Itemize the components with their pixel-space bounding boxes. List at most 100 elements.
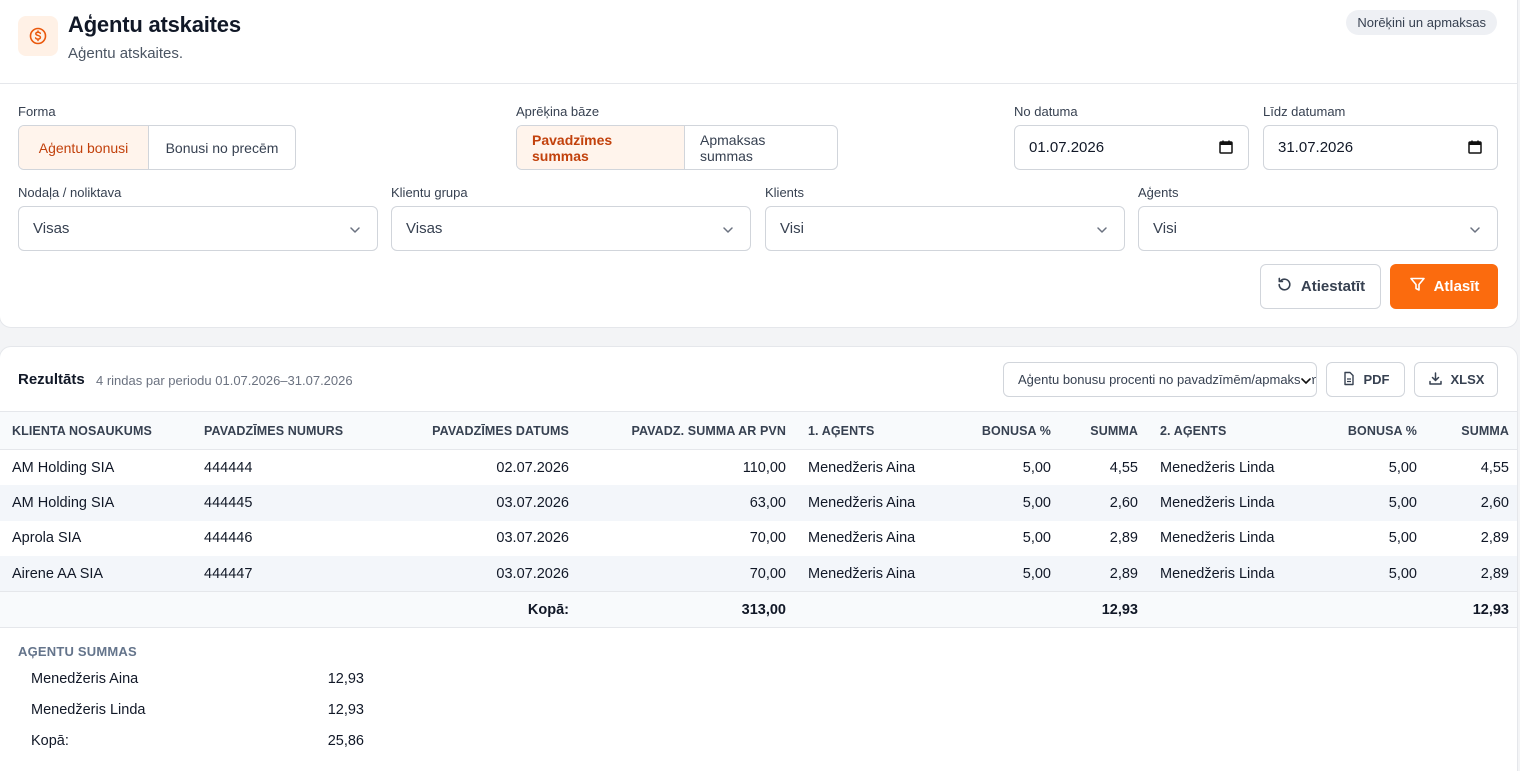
report-type-select[interactable]: Aģentu bonusu procenti no pavadzīmēm/apm… [1003, 362, 1317, 397]
agent-sum-total-label: Kopā: [31, 733, 69, 749]
cell-sum-1: 2,89 [1061, 556, 1148, 592]
cell-invoice-number: 444447 [192, 556, 384, 592]
cell-bonus-pct-1: 5,00 [1022, 530, 1051, 547]
col-header-sum-1[interactable]: Summa [1061, 411, 1148, 450]
cell-invoice-date: 03.07.2026 [496, 530, 569, 547]
table-row[interactable]: AM Holding SIA 444445 03.07.2026 63,00 M… [0, 485, 1517, 521]
download-icon [1428, 371, 1443, 389]
cell-client: Airene AA SIA [0, 556, 192, 592]
table-total-row: Kopā: 313,00 12,93 12,93 [0, 591, 1517, 628]
apply-button-label: Atlasīt [1433, 278, 1480, 295]
col-header-agent-1[interactable]: 1. aģents [796, 411, 956, 450]
results-card: Rezultāts 4 rindas par periodu 01.07.202… [0, 346, 1518, 771]
forma-segmented: Aģentu bonusi Bonusi no precēm [18, 125, 296, 170]
cell-invoice-number: 444446 [204, 530, 253, 547]
client-group-select[interactable]: Visas [391, 206, 751, 251]
base-option-invoice-sums[interactable]: Pavadzīmes summas [517, 126, 684, 169]
col-header-bonus-pct-2[interactable]: Bonusa % [1321, 411, 1427, 450]
col-header-bonus-pct-1[interactable]: Bonusa % [956, 411, 1061, 450]
col-header-invoice-sum[interactable]: Pavadz. summa ar PVN [579, 411, 796, 450]
client-group-label: Klientu grupa [391, 185, 468, 200]
date-from-value: 01.07.2026 [1029, 139, 1105, 156]
table-row[interactable]: Aprola SIA 444446 03.07.2026 70,00 Mened… [0, 521, 1517, 557]
chevron-down-icon [1096, 223, 1108, 240]
agent-sum-name: Menedžeris Aina [31, 671, 139, 687]
cell-sum-2: 2,89 [1427, 556, 1517, 592]
base-segmented: Pavadzīmes summas Apmaksas summas [516, 125, 838, 170]
filter-icon [1409, 276, 1426, 297]
base-label: Aprēķina bāze [516, 104, 600, 119]
cell-invoice-date: 03.07.2026 [384, 556, 579, 592]
base-option-payment-sums[interactable]: Apmaksas summas [684, 126, 837, 169]
agent-label: Aģents [1138, 185, 1179, 200]
cell-sum-2: 4,55 [1480, 459, 1509, 476]
cell-sum-2: 2,60 [1427, 485, 1517, 521]
page-title: Aģentu atskaites [68, 12, 241, 37]
export-pdf-button[interactable]: PDF [1326, 362, 1405, 397]
col-header-invoice-date[interactable]: Pavadzīmes datums [384, 411, 579, 450]
calendar-icon[interactable] [1467, 139, 1483, 159]
client-group-value: Visas [406, 220, 443, 237]
cell-agent-1: Menedžeris Aina [808, 459, 916, 476]
table-row[interactable]: Airene AA SIA 444447 03.07.2026 70,00 Me… [0, 556, 1517, 592]
reset-button-label: Atiestatīt [1300, 278, 1366, 295]
cell-agent-2: Menedžeris Linda [1148, 485, 1321, 521]
cell-invoice-number: 444444 [204, 459, 253, 476]
cell-invoice-date: 03.07.2026 [384, 485, 579, 521]
chevron-down-icon [349, 223, 361, 240]
table-row[interactable]: AM Holding SIA 444444 02.07.2026 110,00 … [0, 450, 1517, 486]
cell-invoice-sum: 63,00 [579, 485, 796, 521]
department-select[interactable]: Visas [18, 206, 378, 251]
agent-sum-row: Menedžeris Aina 12,93 [31, 671, 364, 687]
cell-bonus-pct-2: 5,00 [1388, 459, 1417, 476]
reset-button[interactable]: Atiestatīt [1260, 264, 1381, 309]
cell-bonus-pct-1: 5,00 [956, 556, 1061, 592]
chevron-down-icon [1300, 375, 1312, 390]
total-sum-2: 12,93 [1427, 591, 1517, 628]
cell-bonus-pct-2: 5,00 [1321, 556, 1427, 592]
col-header-sum-2[interactable]: Summa [1427, 411, 1517, 450]
document-icon [1342, 371, 1356, 389]
pdf-label: PDF [1363, 372, 1390, 387]
chevron-down-icon [722, 223, 734, 240]
department-label: Nodaļa / noliktava [18, 185, 122, 200]
agent-sum-total-row: Kopā: 25,86 [31, 733, 364, 749]
client-select[interactable]: Visi [765, 206, 1125, 251]
export-xlsx-button[interactable]: XLSX [1414, 362, 1498, 397]
client-label: Klients [765, 185, 805, 200]
cell-invoice-number: 444445 [192, 485, 384, 521]
table-header-row: Klienta nosaukums Pavadzīmes numurs Pava… [0, 411, 1517, 450]
date-from-input[interactable]: 01.07.2026 [1014, 125, 1249, 170]
apply-filter-button[interactable]: Atlasīt [1390, 264, 1498, 309]
cell-client: AM Holding SIA [12, 459, 115, 476]
cell-sum-1: 4,55 [1109, 459, 1138, 476]
results-title: Rezultāts [18, 371, 85, 388]
date-to-input[interactable]: 31.07.2026 [1263, 125, 1498, 170]
cell-bonus-pct-2: 5,00 [1388, 530, 1417, 547]
reset-icon [1276, 276, 1293, 297]
date-from-label: No datuma [1014, 104, 1078, 119]
category-badge[interactable]: Norēķini un apmaksas [1346, 10, 1497, 35]
department-value: Visas [33, 220, 70, 237]
agent-sum-value: 12,93 [327, 702, 364, 718]
cell-bonus-pct-1: 5,00 [1022, 459, 1051, 476]
agent-value: Visi [1153, 220, 1177, 237]
xlsx-label: XLSX [1450, 372, 1485, 387]
col-header-client[interactable]: Klienta nosaukums [0, 411, 192, 450]
col-header-invoice-number[interactable]: Pavadzīmes numurs [192, 411, 384, 450]
calendar-icon[interactable] [1218, 139, 1234, 159]
agent-sum-total-value: 25,86 [327, 733, 364, 749]
dollar-circle-icon [18, 16, 58, 56]
agent-sum-row: Menedžeris Linda 12,93 [31, 702, 364, 718]
results-table: Klienta nosaukums Pavadzīmes numurs Pava… [0, 411, 1517, 628]
col-header-agent-2[interactable]: 2. aģents [1148, 411, 1321, 450]
results-meta: 4 rindas par periodu 01.07.2026–31.07.20… [96, 373, 353, 388]
agent-select[interactable]: Visi [1138, 206, 1498, 251]
cell-invoice-sum: 70,00 [579, 556, 796, 592]
forma-option-product-bonuses[interactable]: Bonusi no precēm [148, 126, 295, 169]
forma-label: Forma [18, 104, 56, 119]
chevron-down-icon [1469, 223, 1481, 240]
forma-option-agent-bonuses[interactable]: Aģentu bonusi [19, 126, 148, 169]
cell-agent-2: Menedžeris Linda [1160, 459, 1275, 476]
cell-client: AM Holding SIA [0, 485, 192, 521]
